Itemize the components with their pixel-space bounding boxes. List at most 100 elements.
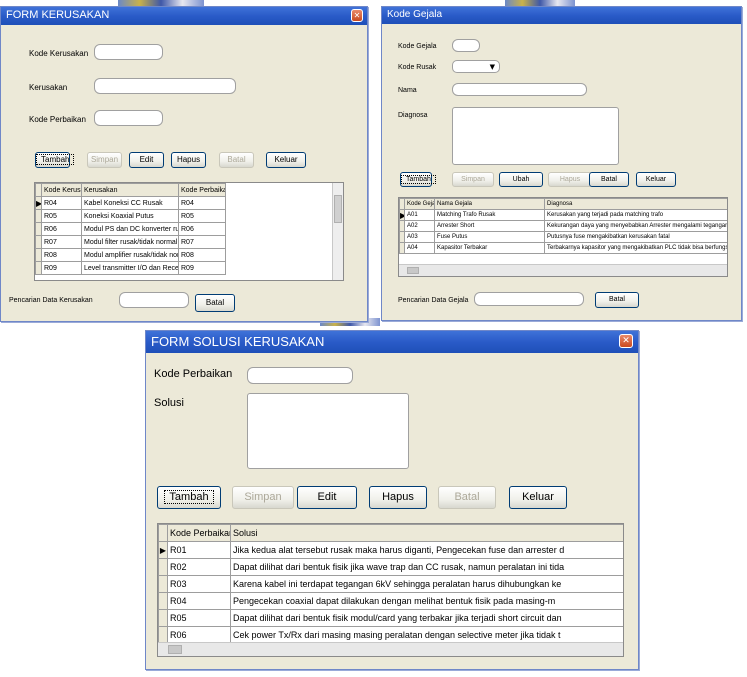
kerusakan-data-grid[interactable]: Kode Kerusakan Kerusakan Kode Perbaikan … [34,182,344,281]
cell-kode[interactable]: A01 [404,209,435,221]
table-row[interactable]: ▶ R04 Kabel Koneksi CC Rusak R04 [35,196,338,210]
column-header[interactable]: Kode Kerusakan [41,183,82,197]
cell-solusi[interactable]: Jika kedua alat tersebut rusak maka haru… [230,541,623,559]
cell-perbaikan[interactable]: R05 [178,209,226,223]
search-batal-button[interactable]: Batal [195,294,235,312]
table-row[interactable]: ▶ R01 Jika kedua alat tersebut rusak mak… [158,541,623,559]
cell-perbaikan[interactable]: R09 [178,261,226,275]
form-solusi-titlebar[interactable]: FORM SOLUSI KERUSAKAN ✕ [146,331,638,353]
table-row[interactable]: ▶ A01 Matching Trafo Rusak Kerusakan yan… [399,209,727,221]
cell-perbaikan[interactable]: R08 [178,248,226,262]
cell-kode[interactable]: R06 [167,626,231,644]
cell-kode[interactable]: A04 [404,242,435,254]
cell-kode[interactable]: R07 [41,235,82,249]
table-row[interactable]: R04 Pengecekan coaxial dapat dilakukan d… [158,592,623,610]
solusi-data-grid[interactable]: Kode Perbaikan Solusi ▶ R01 Jika kedua a… [157,523,624,657]
gejala-data-grid[interactable]: Kode Gejala Nama Gejala Diagnosa ▶ A01 M… [398,197,728,277]
cell-solusi[interactable]: Dapat dilihat dari bentuk fisik jika wav… [230,558,623,576]
keluar-button[interactable]: Keluar [266,152,306,168]
column-header[interactable]: Kode Gejala [404,198,435,210]
table-row[interactable]: A04 Kapasitor Terbakar Terbakarnya kapas… [399,242,727,254]
cell-kode[interactable]: R06 [41,222,82,236]
cell-kode[interactable]: A03 [404,231,435,243]
batal-button[interactable]: Batal [438,486,496,509]
cell-perbaikan[interactable]: R07 [178,235,226,249]
table-row[interactable]: A03 Fuse Putus Putusnya fuse mengakibatk… [399,231,727,243]
search-input[interactable] [474,292,584,306]
cell-kerusakan[interactable]: Modul filter rusak/tidak normal [81,235,179,249]
cell-solusi[interactable]: Karena kabel ini terdapat tegangan 6kV s… [230,575,623,593]
cell-kerusakan[interactable]: Modul PS dan DC konverter rusa [81,222,179,236]
kode-gejala-input[interactable] [452,39,480,52]
column-header[interactable]: Nama Gejala [434,198,545,210]
cell-solusi[interactable]: Cek power Tx/Rx dari masing masing peral… [230,626,623,644]
vertical-scrollbar[interactable] [332,183,343,280]
table-row[interactable]: R08 Modul amplifier rusak/tidak norm R08 [35,248,338,262]
cell-diagnosa[interactable]: Kekurangan daya yang menyebabkan Arreste… [544,220,727,232]
nama-input[interactable] [452,83,587,96]
kode-rusak-dropdown[interactable]: ▼ [452,60,500,73]
cell-diagnosa[interactable]: Putusnya fuse mengakibatkan kerusakan fa… [544,231,727,243]
table-row[interactable]: R05 Dapat dilihat dari bentuk fisik modu… [158,609,623,627]
search-input[interactable] [119,292,189,308]
cell-perbaikan[interactable]: R04 [178,196,226,210]
table-row[interactable]: R07 Modul filter rusak/tidak normal R07 [35,235,338,249]
column-header[interactable]: Kerusakan [81,183,179,197]
column-header[interactable]: Diagnosa [544,198,727,210]
form-kerusakan-titlebar[interactable]: FORM KERUSAKAN ✕ [1,7,367,25]
cell-kerusakan[interactable]: Kabel Koneksi CC Rusak [81,196,179,210]
hapus-button[interactable]: Hapus [369,486,427,509]
cell-kode[interactable]: R05 [41,209,82,223]
scrollbar-thumb[interactable] [407,267,419,274]
cell-nama[interactable]: Matching Trafo Rusak [434,209,545,221]
solusi-textarea[interactable] [247,393,409,469]
kode-kerusakan-input[interactable] [94,44,163,60]
cell-kerusakan[interactable]: Level transmitter I/O dan Recei [81,261,179,275]
chevron-down-icon[interactable]: ▼ [490,63,495,71]
simpan-button[interactable]: Simpan [87,152,122,168]
simpan-button[interactable]: Simpan [452,172,494,187]
batal-button[interactable]: Batal [219,152,254,168]
table-row[interactable]: R05 Koneksi Koaxial Putus R05 [35,209,338,223]
column-header[interactable]: Kode Perbaikan [167,524,231,542]
keluar-button[interactable]: Keluar [509,486,567,509]
kode-perbaikan-input[interactable] [94,110,163,126]
cell-diagnosa[interactable]: Terbakarnya kapasitor yang mengakibatkan… [544,242,727,254]
kerusakan-input[interactable] [94,78,236,94]
hapus-button[interactable]: Hapus [171,152,206,168]
kode-perbaikan-input[interactable] [247,367,353,384]
cell-kode[interactable]: A02 [404,220,435,232]
batal-button[interactable]: Batal [589,172,629,187]
cell-nama[interactable]: Arrester Short [434,220,545,232]
horizontal-scrollbar[interactable] [399,264,727,276]
cell-kode[interactable]: R03 [167,575,231,593]
scrollbar-thumb[interactable] [334,195,342,223]
tambah-button[interactable]: Tambah [400,172,436,187]
keluar-button[interactable]: Keluar [636,172,676,187]
table-row[interactable]: R03 Karena kabel ini terdapat tegangan 6… [158,575,623,593]
horizontal-scrollbar[interactable] [158,642,623,656]
ubah-button[interactable]: Ubah [499,172,543,187]
tambah-button[interactable]: Tambah [157,486,221,509]
cell-kode[interactable]: R08 [41,248,82,262]
cell-kode[interactable]: R01 [167,541,231,559]
tambah-button[interactable]: Tambah [35,152,75,168]
cell-solusi[interactable]: Pengecekan coaxial dapat dilakukan denga… [230,592,623,610]
cell-kode[interactable]: R04 [167,592,231,610]
search-batal-button[interactable]: Batal [595,292,639,308]
cell-solusi[interactable]: Dapat dilihat dari bentuk fisik modul/ca… [230,609,623,627]
close-icon[interactable]: ✕ [351,9,363,22]
table-row[interactable]: R06 Modul PS dan DC konverter rusa R06 [35,222,338,236]
kode-gejala-titlebar[interactable]: Kode Gejala [382,7,741,24]
table-row[interactable]: R06 Cek power Tx/Rx dari masing masing p… [158,626,623,644]
column-header[interactable]: Kode Perbaikan [178,183,226,197]
close-icon[interactable]: ✕ [619,334,633,348]
cell-perbaikan[interactable]: R06 [178,222,226,236]
cell-kode[interactable]: R04 [41,196,82,210]
scrollbar-thumb[interactable] [168,645,182,654]
cell-nama[interactable]: Fuse Putus [434,231,545,243]
table-row[interactable]: A02 Arrester Short Kekurangan daya yang … [399,220,727,232]
simpan-button[interactable]: Simpan [232,486,294,509]
cell-kode[interactable]: R02 [167,558,231,576]
column-header[interactable]: Solusi [230,524,623,542]
